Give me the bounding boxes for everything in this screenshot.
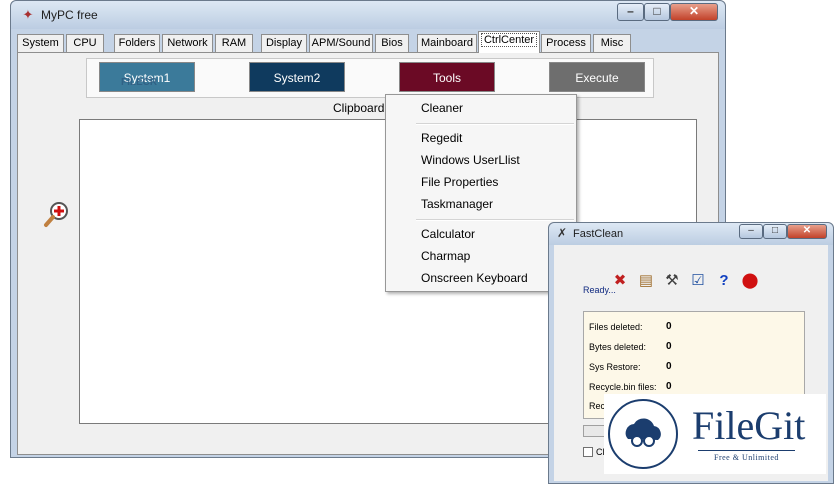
tab-label: Network <box>167 37 208 49</box>
tab-label: Misc <box>600 37 624 49</box>
result-label: Bytes deleted: <box>589 342 647 352</box>
fastclean-title: FastClean <box>573 228 624 240</box>
fastclean-title-bar[interactable]: ✗ FastClean – □ ✕ <box>549 223 833 245</box>
tab-misc[interactable]: Misc <box>593 34 631 53</box>
tab-label: Mainboard <box>421 37 473 49</box>
tab-ctrlcenter[interactable]: CtrlCenter <box>478 31 540 53</box>
result-value: 0 <box>666 341 672 352</box>
system2-button[interactable]: System2 <box>249 62 345 92</box>
result-value: 0 <box>666 381 672 392</box>
tab-network[interactable]: Network <box>162 34 213 53</box>
help-icon[interactable]: ? <box>714 271 734 291</box>
stop-icon[interactable]: ⬤ <box>740 271 760 291</box>
filegit-watermark: FileGit Free & Unlimited <box>604 394 826 474</box>
filegit-brand: FileGit <box>692 403 806 448</box>
title-bar[interactable]: ✦ MyPC free – □ ✕ <box>11 1 725 29</box>
menu-item-cleaner[interactable]: Cleaner <box>387 97 575 119</box>
window-title: MyPC free <box>41 8 98 22</box>
tab-label: CPU <box>73 37 97 49</box>
tab-label: RAM <box>221 37 247 49</box>
app-icon: ✦ <box>22 7 34 22</box>
result-value: 0 <box>666 361 672 372</box>
tab-ram[interactable]: RAM <box>215 34 253 53</box>
fastclean-close-button[interactable]: ✕ <box>787 224 827 239</box>
tab-bar: System CPU Folders Network RAM Display A… <box>17 31 719 53</box>
minimize-button[interactable]: – <box>617 3 644 21</box>
checklist-icon[interactable]: ☑ <box>688 271 708 291</box>
tab-apm-sound[interactable]: APM/Sound <box>309 34 373 53</box>
tab-system[interactable]: System <box>17 34 64 53</box>
button-panel: System1 System2 Tools Execute FILECR <box>86 58 654 98</box>
watermark-small: FILECR <box>121 77 158 88</box>
menu-item-taskmanager[interactable]: Taskmanager <box>387 193 575 215</box>
tab-bios[interactable]: Bios <box>375 34 409 53</box>
fastclean-minimize-button[interactable]: – <box>739 224 763 239</box>
tab-label: System <box>22 37 59 49</box>
tab-cpu[interactable]: CPU <box>66 34 104 53</box>
filegit-logo-icon <box>608 399 678 469</box>
result-label: Sys Restore: <box>589 362 641 372</box>
fastclean-checkbox[interactable] <box>583 447 593 457</box>
menu-item-windows-userlist[interactable]: Windows UserLlist <box>387 149 575 171</box>
tab-label: Folders <box>118 37 156 49</box>
tab-display[interactable]: Display <box>261 34 307 53</box>
result-label: Recycle.bin files: <box>589 382 657 392</box>
result-value: 0 <box>666 321 672 332</box>
tab-label: APM/Sound <box>311 37 371 49</box>
result-label: Rec <box>589 401 606 411</box>
tab-label: Bios <box>381 37 403 49</box>
menu-item-regedit[interactable]: Regedit <box>387 127 575 149</box>
tab-label: Process <box>546 37 586 49</box>
options-icon[interactable]: ⚒ <box>662 271 682 291</box>
fastclean-status: Ready... <box>583 285 616 295</box>
menu-item-file-properties[interactable]: File Properties <box>387 171 575 193</box>
menu-separator <box>416 123 574 125</box>
menu-separator <box>416 219 574 221</box>
fastclean-maximize-button[interactable]: □ <box>763 224 787 239</box>
menu-item-charmap[interactable]: Charmap <box>387 245 575 267</box>
close-button[interactable]: ✕ <box>670 3 718 21</box>
tab-label: Display <box>265 37 303 49</box>
tab-label: CtrlCenter <box>480 33 538 47</box>
tab-mainboard[interactable]: Mainboard <box>417 34 477 53</box>
tab-process[interactable]: Process <box>541 34 591 53</box>
delete-icon[interactable]: ▤ <box>636 271 656 291</box>
menu-item-calculator[interactable]: Calculator <box>387 223 575 245</box>
zoom-in-icon[interactable] <box>43 201 71 229</box>
tools-button[interactable]: Tools <box>399 62 495 92</box>
filegit-tagline: Free & Unlimited <box>698 450 795 462</box>
maximize-button[interactable]: □ <box>644 3 670 21</box>
result-label: Files deleted: <box>589 322 643 332</box>
tab-folders[interactable]: Folders <box>114 34 160 53</box>
menu-item-onscreen-keyboard[interactable]: Onscreen Keyboard <box>387 267 575 289</box>
execute-button[interactable]: Execute <box>549 62 645 92</box>
fastclean-app-icon: ✗ <box>557 226 568 240</box>
